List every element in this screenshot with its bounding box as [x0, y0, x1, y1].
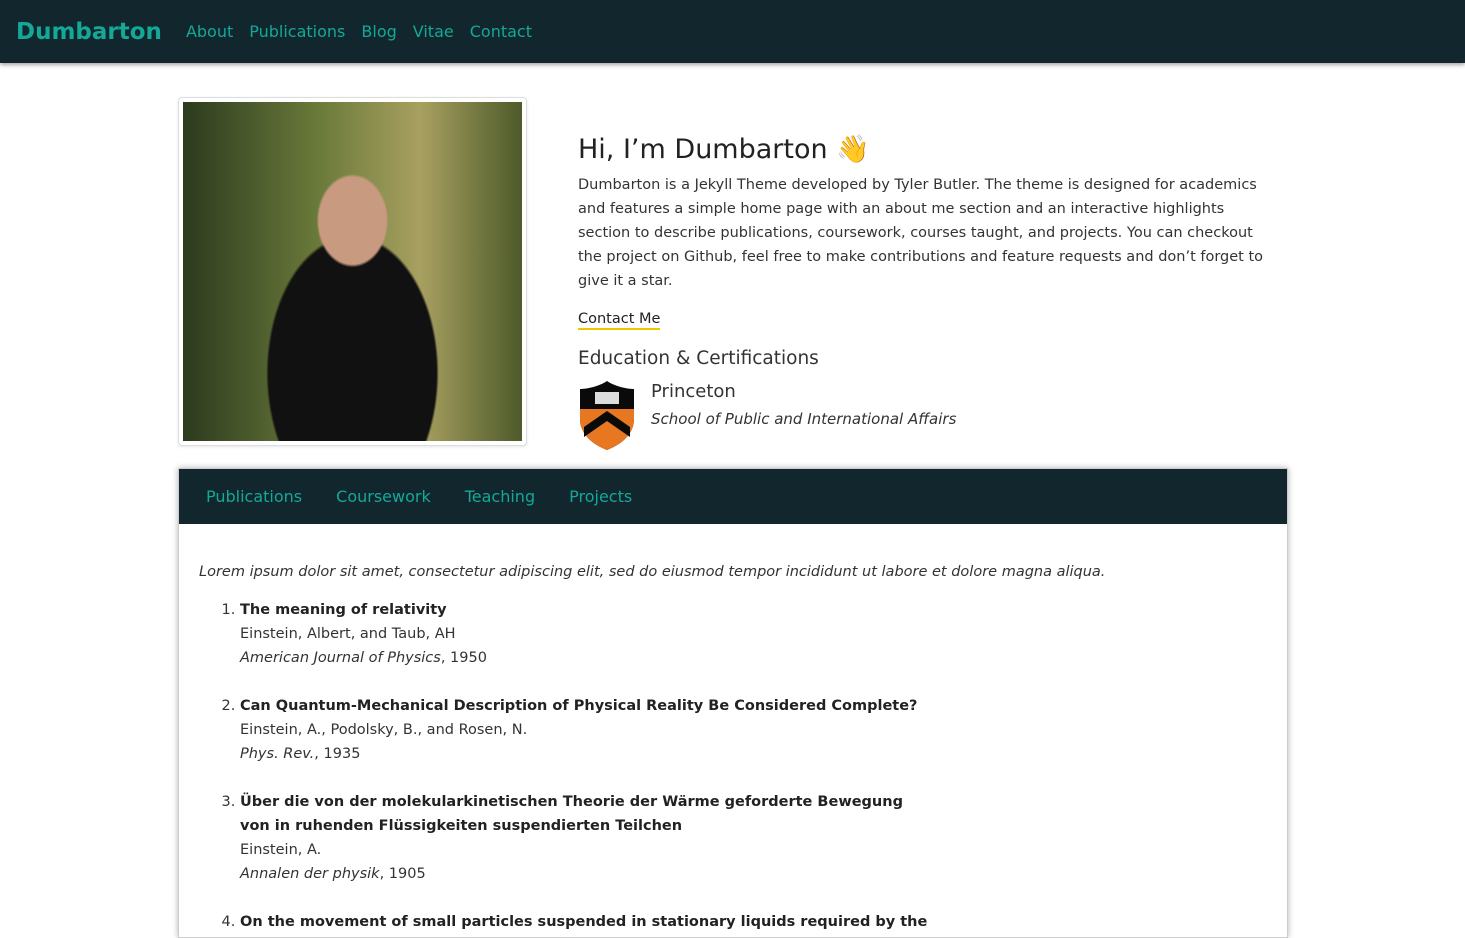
highlights-panel: Publications Coursework Teaching Project… [178, 468, 1288, 938]
school-dept: School of Public and International Affai… [651, 410, 957, 428]
education-item: Princeton School of Public and Internati… [578, 379, 1278, 451]
list-item: The meaning of relativityEinstein, Alber… [240, 598, 1287, 670]
tab-publications[interactable]: Publications [206, 487, 302, 506]
school-name: Princeton [651, 381, 736, 402]
list-item: On the movement of small particles suspe… [240, 910, 1287, 934]
nav-contact[interactable]: Contact [470, 22, 532, 41]
education-heading: Education & Certifications [578, 348, 819, 369]
publication-list: The meaning of relativityEinstein, Alber… [240, 598, 1287, 934]
princeton-shield-icon [580, 381, 634, 450]
nav-about[interactable]: About [186, 22, 233, 41]
about-section: Hi, I’m Dumbarton 👋 Dumbarton is a Jekyl… [578, 133, 1278, 451]
wave-icon: 👋 [836, 134, 870, 165]
nav-vitae[interactable]: Vitae [413, 22, 454, 41]
tab-teaching[interactable]: Teaching [465, 487, 535, 506]
nav-blog[interactable]: Blog [361, 22, 396, 41]
brand-logo[interactable]: Dumbarton [16, 19, 162, 45]
tab-coursework[interactable]: Coursework [336, 487, 431, 506]
tab-bar: Publications Coursework Teaching Project… [179, 469, 1287, 524]
list-item: Über die von der molekularkinetischen Th… [240, 790, 910, 886]
tab-projects[interactable]: Projects [569, 487, 632, 506]
contact-me-link[interactable]: Contact Me [578, 310, 661, 330]
nav-publications[interactable]: Publications [249, 22, 345, 41]
bio: Dumbarton is a Jekyll Theme developed by… [578, 177, 1264, 289]
list-item: Can Quantum-Mechanical Description of Ph… [240, 694, 1287, 766]
tab-intro: Lorem ipsum dolor sit amet, consectetur … [199, 564, 1106, 580]
page-title: Hi, I’m Dumbarton 👋 [578, 134, 870, 165]
navbar: Dumbarton About Publications Blog Vitae … [0, 0, 1465, 63]
profile-photo [178, 97, 527, 446]
